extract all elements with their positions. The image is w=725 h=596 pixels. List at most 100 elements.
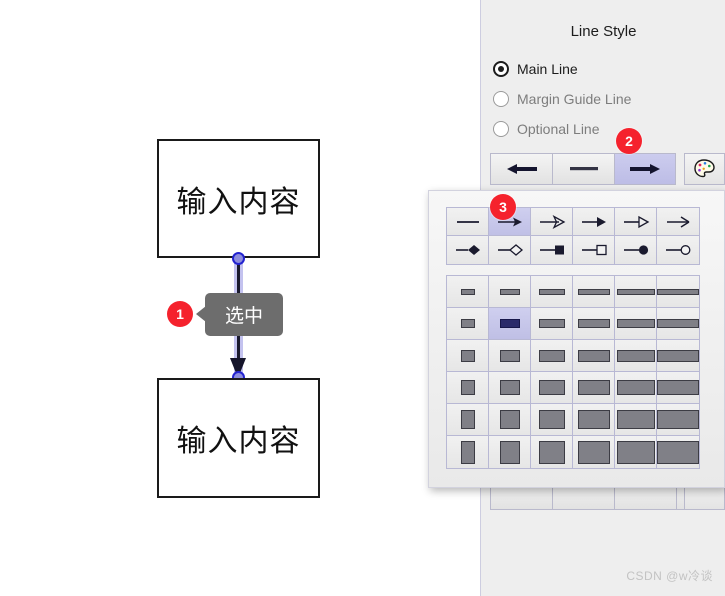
arrow-style-cell-5[interactable] [615, 208, 657, 236]
line-width-cell-r2-c5[interactable] [615, 308, 657, 340]
line-width-cell-r1-c4[interactable] [573, 276, 615, 308]
thin-arrow-icon [667, 215, 690, 228]
line-width-cell-r1-c5[interactable] [615, 276, 657, 308]
arrow-style-cell-10[interactable] [573, 236, 615, 264]
line-width-cell-r3-c6[interactable] [657, 340, 699, 372]
line-width-swatch [538, 380, 565, 395]
line-width-swatch [577, 349, 610, 362]
line-width-swatch [657, 410, 699, 429]
start-arrow-button[interactable] [490, 153, 552, 185]
radio-mark-main-line[interactable] [493, 61, 509, 77]
line-width-cell-r2-c1[interactable] [447, 308, 489, 340]
line-width-cell-r1-c6[interactable] [657, 276, 699, 308]
line-width-swatch [577, 380, 610, 395]
step-badge-2: 2 [616, 128, 642, 154]
line-width-cell-r3-c4[interactable] [573, 340, 615, 372]
radio-option-main-line[interactable]: Main Line [493, 61, 578, 77]
line-width-cell-r6-c4[interactable] [573, 436, 615, 468]
line-width-swatch [657, 288, 699, 295]
line-width-cell-r6-c3[interactable] [531, 436, 573, 468]
line-width-cell-r2-c2[interactable] [489, 308, 531, 340]
connector-handle-start[interactable] [232, 252, 245, 265]
line-style-toolbar [490, 153, 676, 185]
panel-title: Line Style [570, 23, 637, 40]
filled-triangle-arrow-icon [581, 216, 606, 227]
radio-mark-margin-guide-line[interactable] [493, 91, 509, 107]
line-width-cell-r5-c3[interactable] [531, 404, 573, 436]
line-width-cell-r4-c4[interactable] [573, 372, 615, 404]
line-width-swatch [577, 440, 610, 464]
line-width-cell-r1-c1[interactable] [447, 276, 489, 308]
color-palette-button[interactable] [684, 153, 725, 185]
line-width-cell-r5-c5[interactable] [615, 404, 657, 436]
diagram-node-top[interactable]: 输入内容 [157, 139, 320, 258]
open-arrow-icon [539, 214, 565, 229]
filled-square-icon [539, 245, 564, 255]
line-width-swatch [577, 410, 610, 429]
line-width-swatch [616, 410, 655, 429]
line-width-cell-r3-c5[interactable] [615, 340, 657, 372]
line-width-swatch [538, 349, 565, 362]
hollow-diamond-icon [497, 244, 523, 256]
arrow-style-cell-11[interactable] [615, 236, 657, 264]
line-width-cell-r3-c2[interactable] [489, 340, 531, 372]
arrow-style-grid [446, 207, 700, 265]
step-badge-1: 1 [167, 301, 193, 327]
line-width-cell-r2-c3[interactable] [531, 308, 573, 340]
line-width-cell-r4-c3[interactable] [531, 372, 573, 404]
line-width-cell-r1-c2[interactable] [489, 276, 531, 308]
line-width-cell-r5-c2[interactable] [489, 404, 531, 436]
line-width-cell-r4-c6[interactable] [657, 372, 699, 404]
line-width-swatch [616, 319, 655, 328]
radio-mark-optional-line[interactable] [493, 121, 509, 137]
step-badge-3: 3 [490, 194, 516, 220]
line-width-cell-r1-c3[interactable] [531, 276, 573, 308]
arrow-style-dropdown [428, 190, 725, 488]
arrow-style-cell-1[interactable] [447, 208, 489, 236]
arrow-style-cell-9[interactable] [531, 236, 573, 264]
line-width-swatch [499, 380, 520, 395]
arrow-style-cell-8[interactable] [489, 236, 531, 264]
line-width-cell-r4-c5[interactable] [615, 372, 657, 404]
line-width-swatch [538, 440, 565, 464]
line-width-grid [446, 275, 700, 469]
line-width-cell-r4-c1[interactable] [447, 372, 489, 404]
radio-label-main-line: Main Line [517, 61, 578, 77]
line-width-swatch [499, 410, 520, 429]
diagram-canvas[interactable]: 输入内容 选中 1 输入内容 [0, 0, 480, 596]
line-width-cell-r2-c6[interactable] [657, 308, 699, 340]
arrow-style-cell-3[interactable] [531, 208, 573, 236]
filled-diamond-icon [455, 245, 480, 255]
line-width-cell-r6-c6[interactable] [657, 436, 699, 468]
line-width-swatch [499, 349, 520, 362]
line-style-button[interactable] [552, 153, 614, 185]
palette-icon [693, 159, 715, 178]
line-width-swatch [460, 440, 475, 464]
end-arrow-button[interactable] [614, 153, 676, 185]
line-width-cell-r3-c3[interactable] [531, 340, 573, 372]
line-width-swatch [460, 319, 475, 328]
line-width-swatch [538, 319, 565, 328]
line-width-cell-r6-c2[interactable] [489, 436, 531, 468]
line-width-cell-r5-c6[interactable] [657, 404, 699, 436]
line-width-swatch [616, 380, 655, 395]
line-width-cell-r6-c5[interactable] [615, 436, 657, 468]
callout-tooltip: 选中 [205, 293, 283, 336]
radio-option-margin-guide-line[interactable]: Margin Guide Line [493, 91, 631, 107]
arrow-style-cell-12[interactable] [657, 236, 699, 264]
arrow-style-cell-4[interactable] [573, 208, 615, 236]
radio-label-optional-line: Optional Line [517, 121, 600, 137]
line-width-swatch [538, 410, 565, 429]
line-width-cell-r5-c1[interactable] [447, 404, 489, 436]
line-width-swatch [460, 380, 475, 395]
line-width-cell-r4-c2[interactable] [489, 372, 531, 404]
line-width-swatch [460, 349, 475, 362]
line-width-cell-r5-c4[interactable] [573, 404, 615, 436]
line-width-cell-r3-c1[interactable] [447, 340, 489, 372]
arrow-style-cell-6[interactable] [657, 208, 699, 236]
line-width-cell-r6-c1[interactable] [447, 436, 489, 468]
diagram-node-bottom[interactable]: 输入内容 [157, 378, 320, 498]
radio-option-optional-line[interactable]: Optional Line [493, 121, 600, 137]
arrow-style-cell-7[interactable] [447, 236, 489, 264]
line-width-cell-r2-c4[interactable] [573, 308, 615, 340]
